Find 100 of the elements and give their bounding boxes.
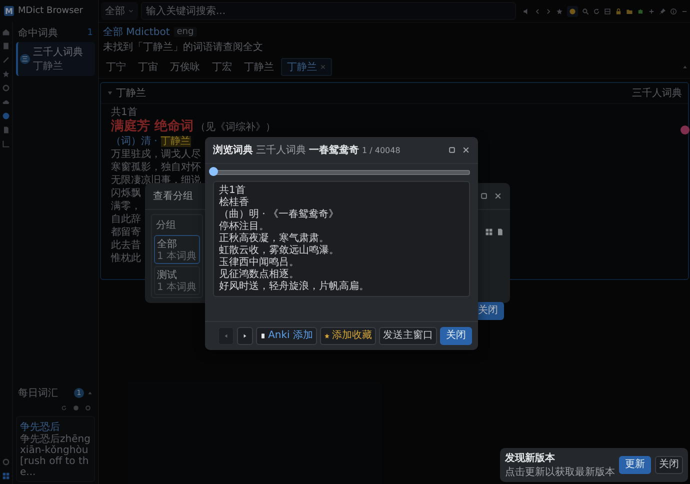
entry-text-line: 共1首 (219, 185, 246, 196)
dialog-title: 浏览词典 (213, 144, 253, 157)
app-logo: M (4, 6, 14, 16)
layout-icon[interactable] (604, 8, 611, 14)
poem-line: 闪烁飘 (111, 187, 141, 200)
dot-icon[interactable] (567, 6, 578, 16)
group-name: 全部 (157, 238, 178, 250)
source-label: 全部 Mdictbot (103, 26, 170, 39)
result-tab[interactable]: 丁静兰 (239, 59, 279, 75)
entry-position: 1 / 40048 (362, 146, 400, 154)
group-item[interactable]: 全部 1 本词典 (154, 235, 200, 264)
entry-text-line: 虹散云收，雾敛远山鸣瀑。 (219, 245, 340, 256)
star-icon[interactable] (2, 70, 10, 78)
speaker-icon[interactable] (523, 8, 530, 14)
grid-icon[interactable] (2, 472, 10, 480)
previous-icon (223, 333, 230, 339)
entry-text-line: 停杯注目。 (219, 221, 270, 232)
search-field[interactable]: 输入关键词搜索... (141, 2, 516, 20)
plus-icon[interactable] (648, 8, 655, 14)
update-button[interactable]: 更新 (619, 456, 651, 474)
info-icon[interactable] (670, 8, 677, 14)
dictionary-label: 三千人词典 (632, 86, 682, 100)
daily-word: 争先恐后 (20, 420, 61, 434)
forward-icon[interactable] (545, 8, 552, 14)
result-tab[interactable]: 丁静兰 (281, 58, 332, 76)
add-favorite-button[interactable]: 添加收藏 (320, 327, 376, 345)
group-count: 1 本词典 (157, 282, 197, 293)
cloud-icon[interactable] (2, 98, 10, 106)
chevron-down-icon (128, 8, 134, 14)
search-icon[interactable] (582, 8, 589, 14)
refresh-icon[interactable] (61, 405, 67, 411)
poem-line: 寒窗孤影，独自对怀 (111, 161, 201, 174)
entry-text-line: 好风时送，轻舟旋浪，片帆高扁。 (219, 281, 370, 293)
dictionary-name: 三千人词典 (33, 46, 83, 59)
poem-count: 共1首 (111, 106, 138, 118)
language-select[interactable]: eng (174, 27, 197, 37)
poem-line: 万里驻戍，调戈人尽 (111, 148, 201, 161)
scope-select[interactable]: 全部 (101, 2, 138, 20)
toast-title: 发现新版本 (505, 451, 556, 465)
star-icon (324, 333, 330, 339)
next-icon (242, 333, 248, 339)
slider-thumb[interactable] (209, 167, 218, 176)
back-icon[interactable] (534, 8, 541, 14)
daily-title: 每日词汇 (18, 387, 58, 400)
dictionary-word: 丁静兰 (33, 60, 64, 73)
scope-value: 全部 (105, 4, 125, 18)
close-button[interactable]: 关闭 (655, 456, 683, 474)
poem-line: 惟枕此 (111, 252, 141, 265)
entry-text-line: （曲）明 · 《一春鸳鸯奇》 (219, 209, 340, 220)
poem-genre: （词）清 · (111, 136, 158, 147)
group-name: 测试 (157, 268, 178, 282)
poem-source: （见《词综补》） (196, 120, 276, 134)
dialog-title: 查看分组 (153, 190, 193, 203)
refresh-icon[interactable] (593, 8, 600, 14)
maximize-icon[interactable] (480, 192, 488, 200)
entry-text-line: 玉律西中闻鸣吕。 (219, 257, 300, 268)
daily-word-card[interactable]: 争先恐后 争先恐后zhēngxiān-kǒnghòu[rush off to the... (16, 416, 95, 482)
circle-icon[interactable] (2, 112, 10, 120)
poem-author: 丁静兰 (160, 136, 191, 147)
close-icon[interactable] (494, 192, 502, 200)
poem-line: 此去昔 (111, 239, 141, 252)
entry-word: 一春鸳鸯奇 (309, 144, 359, 157)
search-note: 未找到「丁静兰」的词语请查阅全文 (103, 40, 264, 54)
star-icon[interactable] (556, 8, 563, 14)
result-tab[interactable]: 丁宏 (207, 59, 237, 75)
entry-word: 丁静兰 (116, 86, 146, 100)
home-icon[interactable] (2, 28, 10, 36)
next-button[interactable] (237, 327, 254, 345)
entry-header[interactable]: 丁静兰 (107, 86, 146, 100)
table-icon[interactable] (485, 228, 493, 236)
circle-icon[interactable] (73, 405, 79, 411)
folder-icon[interactable] (626, 8, 633, 14)
result-tab[interactable]: 丁宙 (133, 59, 163, 75)
pin-icon[interactable] (659, 8, 666, 14)
entry-text-line: 桧桂香 (219, 197, 250, 208)
send-to-main-button[interactable]: 发送主窗口 (379, 327, 437, 345)
hit-count: 1 (87, 28, 93, 38)
entry-text-line: 见征鸿数点相逐。 (219, 269, 300, 280)
close-icon[interactable] (462, 146, 470, 154)
document-icon[interactable] (496, 228, 504, 236)
result-tab[interactable]: 万俟咏 (165, 59, 205, 75)
app-title: MDict Browser (18, 6, 84, 16)
dictionary-name: 三千人词典 (256, 144, 306, 157)
group-item[interactable]: 测试 1 本词典 (154, 266, 200, 295)
sidebar-title: 命中词典 (18, 26, 58, 40)
poem-line: 自此辞 (111, 213, 141, 226)
caret-down-icon (107, 90, 113, 96)
close-button[interactable]: 关闭 (440, 327, 472, 345)
toast-message: 点击更新以获取最新版本 (505, 466, 615, 479)
poem-line: 满零， (111, 200, 141, 213)
result-tab[interactable]: 丁宁 (101, 59, 131, 75)
poem-line: 都留寄 (111, 226, 141, 239)
lock-icon[interactable] (615, 8, 622, 14)
anki-add-button[interactable]: Anki 添加 (256, 327, 317, 345)
caret-up-icon[interactable] (682, 64, 688, 70)
caret-up-icon[interactable] (87, 390, 93, 396)
entry-text-line: 正秋高夜凝，寒气肃肃。 (219, 233, 330, 244)
group-count: 1 本词典 (157, 251, 197, 262)
maximize-icon[interactable] (448, 146, 456, 154)
daily-definition: 争先恐后zhēngxiān-kǒnghòu[rush off to the... (20, 434, 91, 478)
